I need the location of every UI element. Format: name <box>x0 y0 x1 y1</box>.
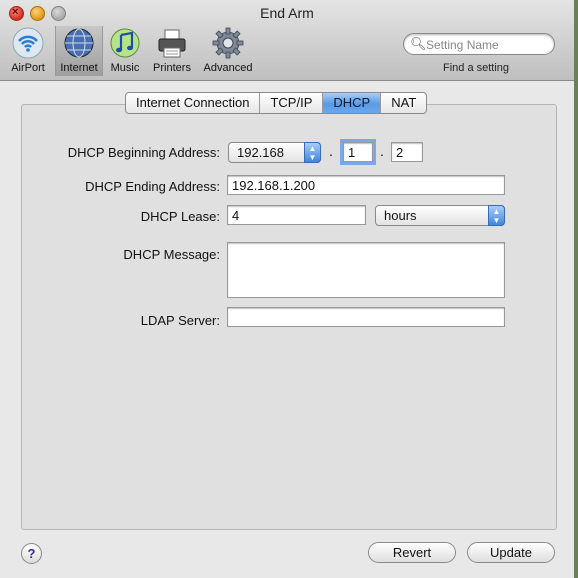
updown-arrows-icon: ▲ ▼ <box>488 205 505 226</box>
gear-icon <box>211 26 245 60</box>
tab-dhcp[interactable]: DHCP <box>323 93 382 113</box>
toolbar-item-advanced[interactable]: Advanced <box>200 26 256 76</box>
updown-arrows-icon: ▲ ▼ <box>304 142 321 163</box>
revert-button[interactable]: Revert <box>368 542 456 563</box>
tab-tcp-ip[interactable]: TCP/IP <box>260 93 324 113</box>
airport-icon <box>11 26 45 60</box>
tab-nat[interactable]: NAT <box>381 93 426 113</box>
dhcp-beginning-octet4-field[interactable]: 2 <box>391 142 423 162</box>
tab-internet-connection[interactable]: Internet Connection <box>126 93 261 113</box>
dhcp-ending-label: DHCP Ending Address: <box>85 179 220 194</box>
ip-separator: . <box>329 143 333 159</box>
internet-globe-icon <box>62 26 96 60</box>
dhcp-ending-field[interactable]: 192.168.1.200 <box>227 175 505 195</box>
dhcp-message-textarea[interactable] <box>227 242 505 298</box>
dhcp-beginning-label: DHCP Beginning Address: <box>67 145 220 160</box>
toolbar-label-airport: AirPort <box>11 62 45 74</box>
search-field[interactable]: 🔍︎ <box>403 33 555 55</box>
dhcp-lease-field[interactable]: 4 <box>227 205 366 225</box>
preferences-window: × End Arm AirPort Internet Music Printer… <box>0 0 574 578</box>
dhcp-beginning-octet3-field[interactable]: 1 <box>340 139 376 165</box>
toolbar-item-printers[interactable]: Printers <box>149 26 195 76</box>
toolbar-label-advanced: Advanced <box>203 62 253 74</box>
dhcp-lease-unit-value: hours <box>384 208 417 223</box>
toolbar-label-music: Music <box>110 62 140 74</box>
update-button[interactable]: Update <box>467 542 555 563</box>
search-input[interactable] <box>424 36 553 53</box>
toolbar-label-internet: Internet <box>60 62 98 74</box>
dhcp-beginning-prefix-popup[interactable]: 192.168 ▲ ▼ <box>228 142 321 163</box>
tab-bar: Internet Connection TCP/IP DHCP NAT <box>125 92 428 114</box>
toolbar-item-airport[interactable]: AirPort <box>6 26 50 76</box>
printer-icon <box>155 26 189 60</box>
toolbar-item-internet[interactable]: Internet <box>55 26 103 76</box>
dhcp-lease-label: DHCP Lease: <box>140 209 220 224</box>
toolbar-label-printers: Printers <box>153 62 191 74</box>
dhcp-message-label: DHCP Message: <box>123 247 220 262</box>
find-setting-label: Find a setting <box>443 62 510 74</box>
ip-separator: . <box>380 143 384 159</box>
toolbar: × End Arm AirPort Internet Music Printer… <box>0 0 574 81</box>
window-title: End Arm <box>260 5 314 21</box>
dhcp-lease-unit-popup[interactable]: hours ▲ ▼ <box>375 205 505 226</box>
help-button[interactable]: ? <box>21 543 42 564</box>
ldap-server-field[interactable] <box>227 307 505 327</box>
music-note-icon <box>108 26 142 60</box>
ldap-server-label: LDAP Server: <box>140 313 220 328</box>
dhcp-beginning-prefix-value: 192.168 <box>237 145 284 160</box>
toolbar-item-music[interactable]: Music <box>106 26 144 76</box>
desktop-background <box>574 0 578 578</box>
help-icon: ? <box>27 546 36 561</box>
